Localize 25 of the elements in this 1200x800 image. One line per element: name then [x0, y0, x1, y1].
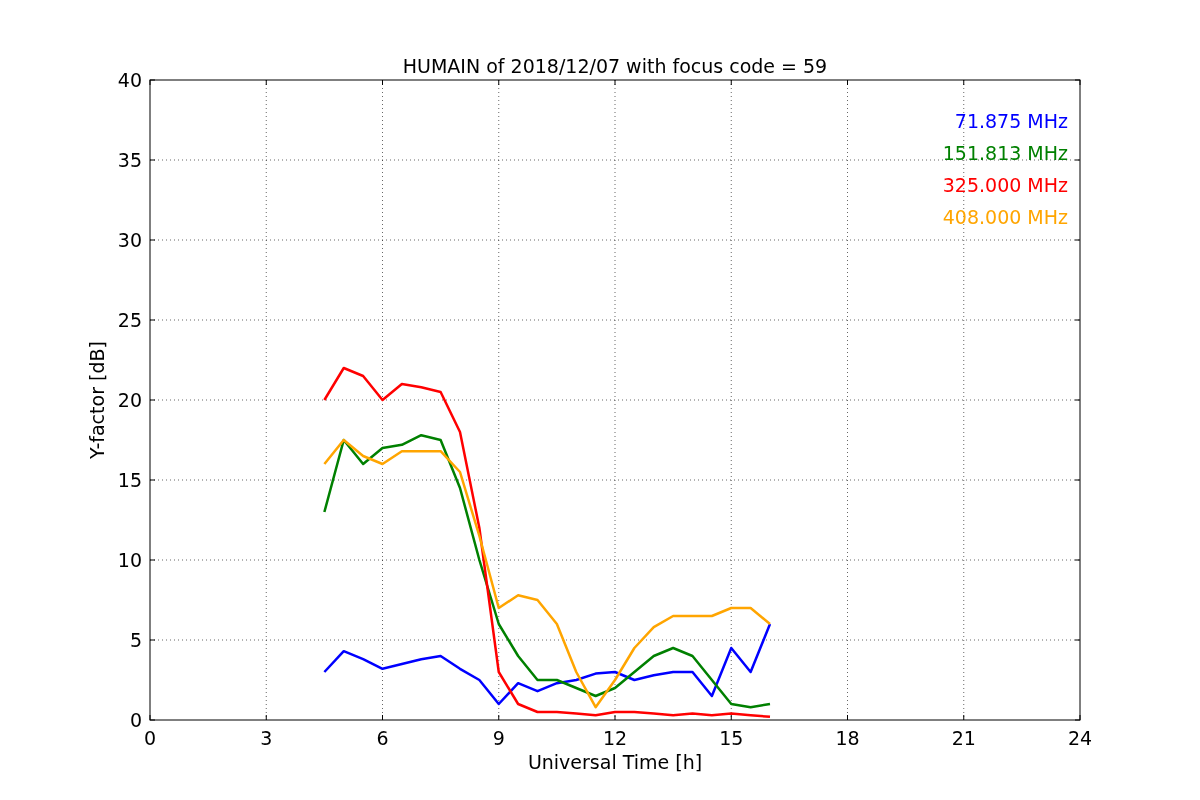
- x-tick-label: 3: [260, 727, 273, 749]
- y-axis-label: Y-factor [dB]: [86, 341, 108, 459]
- x-tick-label: 12: [602, 727, 628, 749]
- x-tick-label: 0: [143, 727, 157, 749]
- y-tick-label: 10: [117, 549, 142, 571]
- y-tick-label: 0: [129, 709, 142, 731]
- y-tick-label: 15: [117, 469, 142, 491]
- legend-label: 71.875 MHz: [954, 110, 1068, 132]
- legend-label: 325.000 MHz: [942, 174, 1068, 196]
- x-tick-label: 15: [719, 727, 744, 749]
- legend-label: 408.000 MHz: [942, 206, 1068, 228]
- x-tick-label: 24: [1067, 727, 1093, 749]
- x-tick-label: 18: [835, 727, 860, 749]
- x-axis-label: Universal Time [h]: [527, 751, 703, 773]
- x-tick-label: 6: [376, 727, 389, 749]
- x-tick-label: 21: [951, 727, 976, 749]
- y-tick-label: 25: [117, 309, 142, 331]
- y-tick-label: 5: [129, 629, 142, 651]
- legend-label: 151.813 MHz: [942, 142, 1068, 164]
- y-tick-label: 40: [117, 69, 142, 91]
- y-tick-label: 35: [117, 149, 142, 171]
- y-tick-label: 30: [117, 229, 142, 251]
- x-tick-label: 9: [492, 727, 505, 749]
- chart-title: HUMAIN of 2018/12/07 with focus code = 59: [402, 55, 828, 77]
- y-tick-label: 20: [117, 389, 142, 411]
